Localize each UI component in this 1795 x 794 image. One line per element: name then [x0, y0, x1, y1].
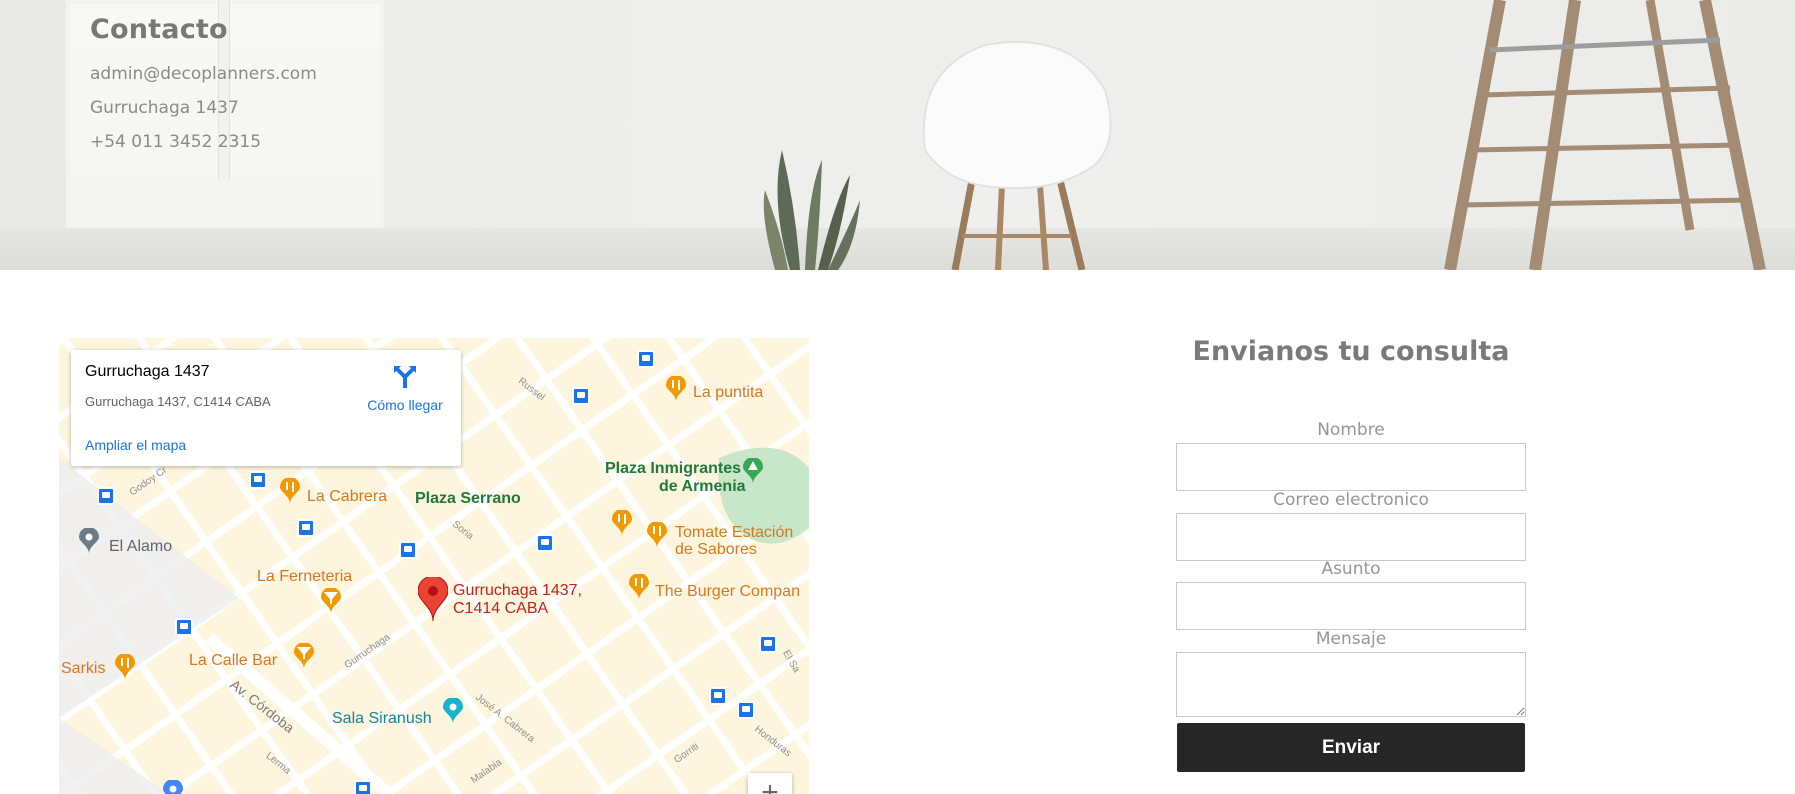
bus-stop-icon[interactable] [709, 687, 727, 705]
map-card-address: Gurruchaga 1437, C1414 CABA [85, 394, 271, 409]
place-label-plaza-inmigrantes[interactable]: Plaza Inmigrantes [605, 460, 741, 478]
place-label-de-sabores[interactable]: de Sabores [675, 541, 757, 559]
email-label: Correo electronico [1273, 490, 1429, 510]
marker-label-line1: Gurruchaga 1437, [453, 582, 582, 599]
bus-stop-icon[interactable] [737, 701, 755, 719]
bus-stop-icon[interactable] [759, 635, 777, 653]
submit-button[interactable]: Enviar [1177, 723, 1525, 772]
place-label-la-puntita[interactable]: La puntita [693, 384, 763, 402]
restaurant-pin-icon[interactable] [666, 376, 686, 402]
place-label-la-calle-bar[interactable]: La Calle Bar [189, 652, 277, 670]
map-card-title: Gurruchaga 1437 [85, 363, 210, 380]
contact-title: Contacto [90, 14, 228, 45]
park-pin-icon[interactable] [743, 458, 763, 484]
google-map[interactable]: Gurruchaga 1437 Gurruchaga 1437, C1414 C… [59, 338, 809, 794]
hero-banner: Contacto admin@decoplanners.com Gurrucha… [0, 0, 1795, 270]
message-textarea[interactable] [1176, 652, 1526, 717]
place-pin-icon[interactable] [79, 528, 99, 554]
email-input[interactable] [1176, 513, 1526, 561]
bus-stop-icon[interactable] [354, 780, 372, 794]
directions-button[interactable]: Cómo llegar [355, 364, 455, 413]
bus-stop-icon[interactable] [637, 350, 655, 368]
place-label-plaza-serrano[interactable]: Plaza Serrano [415, 490, 521, 508]
subject-input[interactable] [1176, 582, 1526, 630]
bus-stop-icon[interactable] [297, 519, 315, 537]
chair-illustration [922, 41, 1112, 270]
restaurant-pin-icon[interactable] [612, 510, 632, 536]
marker-label-line2: C1414 CABA [453, 600, 549, 617]
restaurant-pin-icon[interactable] [115, 654, 135, 680]
bus-stop-icon[interactable] [249, 471, 267, 489]
place-label-tomate[interactable]: Tomate Estación [675, 524, 793, 542]
zoom-in-button[interactable]: + [748, 773, 792, 794]
ladder-illustration [1444, 0, 1766, 270]
venue-pin-icon[interactable] [443, 698, 463, 724]
bus-stop-icon[interactable] [175, 618, 193, 636]
bus-stop-icon[interactable] [572, 387, 590, 405]
directions-icon [394, 366, 416, 388]
place-label-la-ferneteria[interactable]: La Ferneteria [257, 568, 352, 586]
directions-label: Cómo llegar [367, 397, 443, 413]
name-input[interactable] [1176, 443, 1526, 491]
place-label-sarkis[interactable]: Sarkis [61, 660, 105, 678]
contact-phone: +54 011 3452 2315 [90, 132, 262, 152]
restaurant-pin-icon[interactable] [629, 574, 649, 600]
bus-stop-icon[interactable] [97, 487, 115, 505]
contact-address: Gurruchaga 1437 [90, 98, 239, 118]
place-label-el-alamo[interactable]: El Alamo [109, 538, 172, 556]
place-pin-icon[interactable] [163, 780, 183, 794]
contact-email: admin@decoplanners.com [90, 64, 317, 84]
enlarge-map-link[interactable]: Ampliar el mapa [85, 437, 186, 453]
subject-label: Asunto [1321, 559, 1381, 579]
bus-stop-icon[interactable] [399, 541, 417, 559]
name-label: Nombre [1317, 420, 1385, 440]
restaurant-pin-icon[interactable] [280, 478, 300, 504]
restaurant-pin-icon[interactable] [647, 522, 667, 548]
form-title: Envianos tu consulta [1192, 336, 1510, 367]
bar-pin-icon[interactable] [294, 643, 314, 669]
place-label-la-cabrera[interactable]: La Cabrera [307, 488, 387, 506]
place-label-burger[interactable]: The Burger Compan [655, 583, 800, 601]
message-label: Mensaje [1315, 629, 1387, 649]
map-info-card: Gurruchaga 1437 Gurruchaga 1437, C1414 C… [71, 350, 461, 466]
bar-pin-icon[interactable] [321, 588, 341, 614]
plant-illustration [763, 150, 860, 270]
place-label-sala-siranush[interactable]: Sala Siranush [332, 710, 432, 728]
location-marker-icon[interactable] [418, 577, 448, 621]
bus-stop-icon[interactable] [536, 534, 554, 552]
contact-block: Contacto admin@decoplanners.com Gurrucha… [90, 14, 317, 159]
place-label-de-armenia[interactable]: de Armenia [659, 478, 746, 496]
